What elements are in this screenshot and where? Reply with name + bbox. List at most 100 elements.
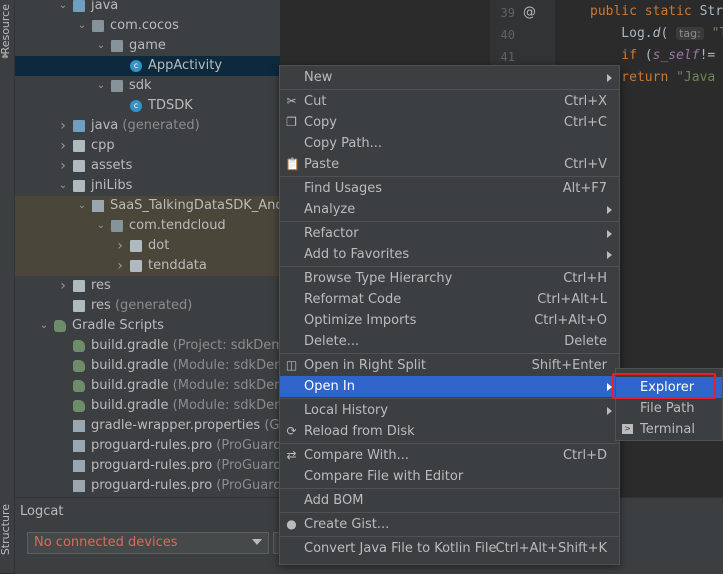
line-number: 40 [500, 28, 515, 42]
tree-row[interactable]: ⌄ Gradle Scripts [15, 316, 280, 336]
tree-row[interactable]: build.gradle (Module: sdkDemo.sd [15, 396, 280, 416]
menu-separator [280, 353, 619, 354]
menu-item-reformat-code[interactable]: Reformat Code Ctrl+Alt+L [280, 289, 619, 310]
menu-item-label: Add to Favorites [304, 247, 410, 262]
menu-item-compare-with[interactable]: ⇄ Compare With... Ctrl+D [280, 445, 619, 466]
tree-item-label: jniLibs [91, 178, 133, 193]
menu-item-shortcut: Ctrl+H [563, 271, 607, 286]
resource-manager-tab[interactable]: Resource [0, 4, 12, 54]
menu-item-reload-from-disk[interactable]: ⟳ Reload from Disk [280, 421, 619, 442]
tree-item-label: res [91, 278, 111, 293]
chevron-right-icon[interactable]: › [115, 256, 125, 276]
submenu-item-file-path[interactable]: File Path [616, 398, 722, 419]
menu-item-label: Refactor [304, 226, 359, 241]
tree-row[interactable]: c AppActivity [15, 56, 280, 76]
chevron-down-icon[interactable]: ⌄ [96, 76, 106, 96]
menu-item-open-in-right-split[interactable]: ◫ Open in Right Split Shift+Enter [280, 355, 619, 376]
menu-item-label: Create Gist... [304, 517, 390, 532]
tree-row[interactable]: › res [15, 276, 280, 296]
tree-row[interactable]: › dot [15, 236, 280, 256]
code-line: Log.d( tag: "T [590, 26, 723, 41]
tree-row[interactable]: proguard-rules.pro (ProGuard Rule [15, 476, 280, 496]
menu-item-find-usages[interactable]: Find Usages Alt+F7 [280, 178, 619, 199]
tree-item-qualifier: (Gradle [264, 418, 280, 433]
menu-separator [280, 443, 619, 444]
menu-item-copy-path[interactable]: Copy Path... [280, 133, 619, 154]
chevron-right-icon[interactable]: › [115, 236, 125, 256]
chevron-down-icon [252, 539, 262, 545]
menu-item-convert-java-file-to-kotlin-file[interactable]: Convert Java File to Kotlin File Ctrl+Alt… [280, 538, 619, 559]
left-tool-strip: Resource ♣ Structure [0, 0, 15, 573]
code-line: if (s_self!= [590, 48, 715, 63]
gradle-icon [54, 320, 66, 332]
tree-row[interactable]: ⌄ game [15, 36, 280, 56]
chevron-down-icon[interactable]: ⌄ [77, 196, 87, 216]
menu-item-add-bom[interactable]: Add BOM [280, 490, 619, 511]
chevron-down-icon[interactable]: ⌄ [96, 36, 106, 56]
tree-row[interactable]: ⌄ jniLibs [15, 176, 280, 196]
menu-item-label: Convert Java File to Kotlin File [304, 541, 497, 556]
tree-row[interactable]: build.gradle (Module: sdkDemo.lib [15, 376, 280, 396]
tree-row[interactable]: ⌄ com.cocos [15, 16, 280, 36]
submenu-arrow-icon [607, 230, 612, 238]
menu-item-label: Add BOM [304, 493, 364, 508]
tree-row[interactable]: ⌄ sdk [15, 76, 280, 96]
menu-item-label: Delete... [304, 334, 360, 349]
menu-item-compare-file-with-editor[interactable]: Compare File with Editor [280, 466, 619, 487]
menu-item-local-history[interactable]: Local History [280, 400, 619, 421]
resource-icon: ♣ [1, 52, 10, 62]
class-icon: c [130, 60, 142, 72]
tree-row[interactable]: ⌄ SaaS_TalkingDataSDK_Android_V [15, 196, 280, 216]
tree-row[interactable]: build.gradle (Module: sdkDemo.lib [15, 356, 280, 376]
tree-item-label: AppActivity [148, 58, 223, 73]
tree-row[interactable]: proguard-rules.pro (ProGuard Rule [15, 436, 280, 456]
menu-item-analyze[interactable]: Analyze [280, 199, 619, 220]
menu-item-create-gist[interactable]: ● Create Gist... [280, 514, 619, 535]
tree-row[interactable]: build.gradle (Project: sdkDemo) [15, 336, 280, 356]
tree-row[interactable]: proguard-rules.pro (ProGuard Rule [15, 456, 280, 476]
chevron-right-icon[interactable]: › [58, 156, 68, 176]
menu-item-add-to-favorites[interactable]: Add to Favorites [280, 244, 619, 265]
menu-item-paste[interactable]: 📋 Paste Ctrl+V [280, 154, 619, 175]
override-gutter-icon[interactable]: @ [523, 5, 536, 20]
chevron-down-icon[interactable]: ⌄ [39, 316, 49, 336]
tree-row[interactable]: ⌄ com.tendcloud [15, 216, 280, 236]
chevron-right-icon[interactable]: › [58, 136, 68, 156]
menu-item-shortcut: Ctrl+X [564, 94, 607, 109]
submenu-item-terminal[interactable]: > Terminal [616, 419, 722, 440]
chevron-down-icon[interactable]: ⌄ [77, 16, 87, 36]
chevron-down-icon[interactable]: ⌄ [58, 0, 68, 16]
menu-item-open-in[interactable]: Open In [280, 376, 619, 397]
menu-item-optimize-imports[interactable]: Optimize Imports Ctrl+Alt+O [280, 310, 619, 331]
menu-item-delete[interactable]: Delete... Delete [280, 331, 619, 352]
menu-item-label: Paste [304, 157, 340, 172]
source-folder-icon [73, 0, 85, 12]
tree-row[interactable]: gradle-wrapper.properties (Gradle [15, 416, 280, 436]
tree-item-label: java (generated) [91, 118, 200, 133]
menu-item-new[interactable]: New [280, 67, 619, 88]
menu-separator [280, 89, 619, 90]
device-dropdown[interactable]: No connected devices [27, 532, 269, 554]
tree-row[interactable]: › assets [15, 156, 280, 176]
menu-item-label: Reload from Disk [304, 424, 415, 439]
chevron-right-icon[interactable]: › [58, 276, 68, 296]
tree-row[interactable]: res (generated) [15, 296, 280, 316]
menu-item-cut[interactable]: ✂ Cut Ctrl+X [280, 91, 619, 112]
folder-icon [73, 300, 85, 312]
tree-item-label: SaaS_TalkingDataSDK_Android_V [110, 198, 280, 213]
menu-item-copy[interactable]: ❐ Copy Ctrl+C [280, 112, 619, 133]
menu-item-browse-type-hierarchy[interactable]: Browse Type Hierarchy Ctrl+H [280, 268, 619, 289]
tree-item-qualifier: (ProGuard Rule [216, 438, 280, 453]
structure-tab[interactable]: Structure [0, 504, 12, 555]
tree-row[interactable]: › cpp [15, 136, 280, 156]
chevron-down-icon[interactable]: ⌄ [58, 176, 68, 196]
chevron-right-icon[interactable]: › [58, 116, 68, 136]
chevron-down-icon[interactable]: ⌄ [96, 216, 106, 236]
tree-item-label: com.tendcloud [129, 218, 226, 233]
tree-row[interactable]: c TDSDK [15, 96, 280, 116]
tree-row[interactable]: › tenddata [15, 256, 280, 276]
split-icon: ◫ [285, 358, 298, 372]
menu-item-refactor[interactable]: Refactor [280, 223, 619, 244]
tree-row[interactable]: ⌄ java [15, 0, 280, 16]
tree-row[interactable]: › java (generated) [15, 116, 280, 136]
